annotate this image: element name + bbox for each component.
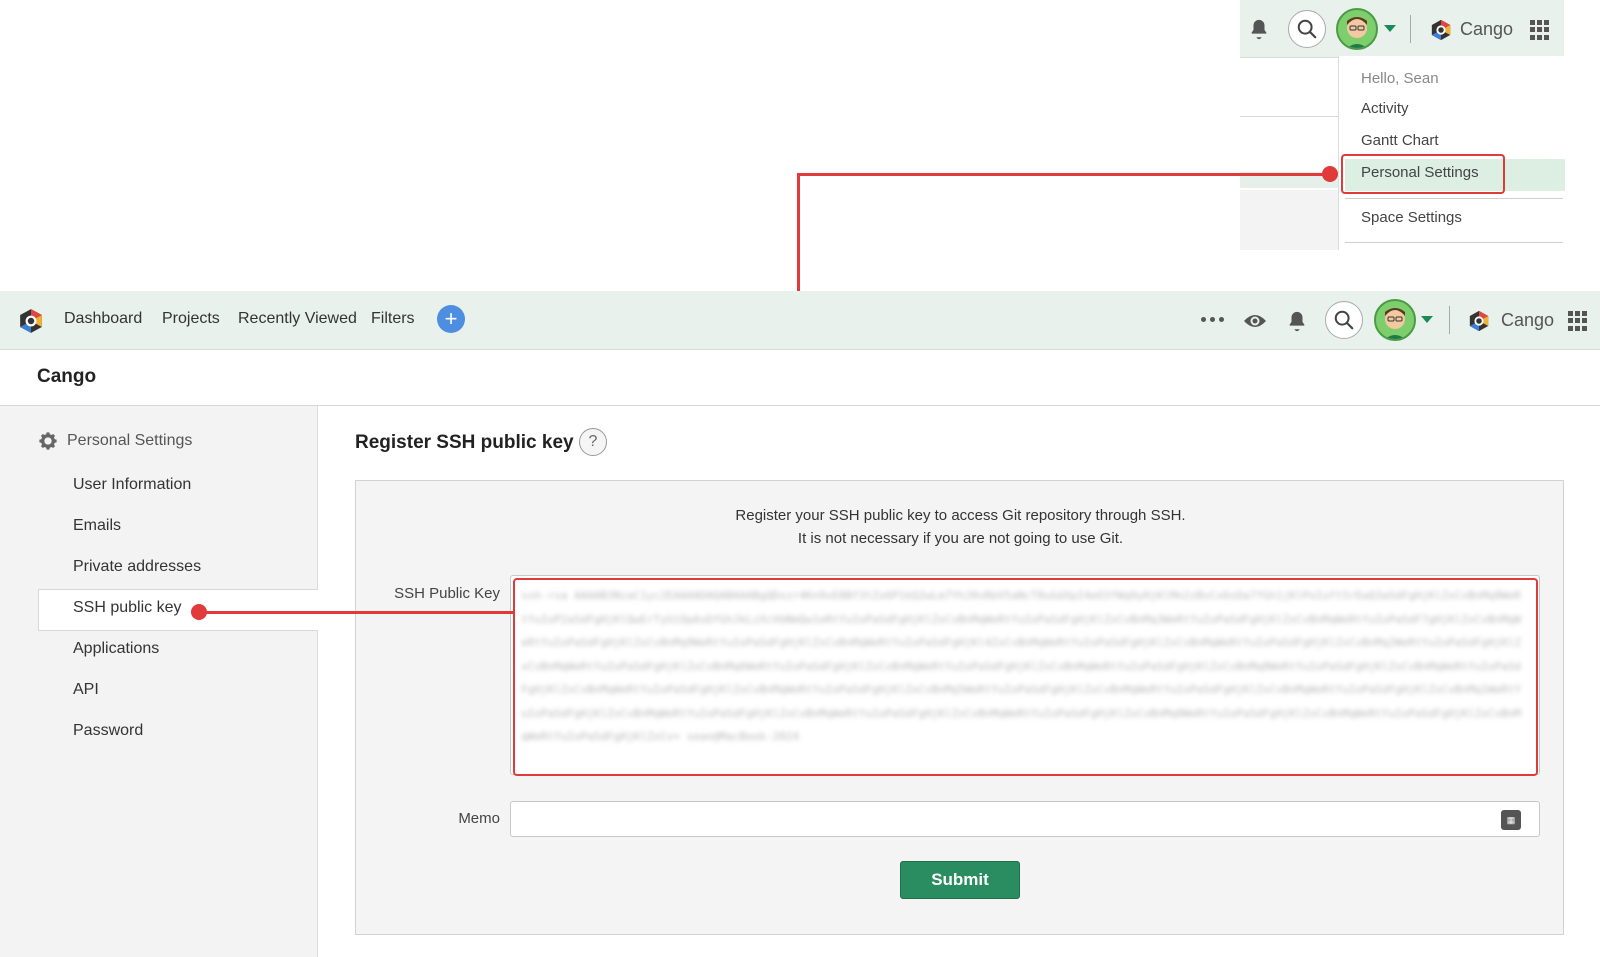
search-icon bbox=[1334, 310, 1354, 330]
nav-dashboard[interactable]: Dashboard bbox=[64, 310, 142, 328]
sidebar-item-private-addresses[interactable]: Private addresses bbox=[73, 558, 201, 576]
space-title[interactable]: Cango bbox=[37, 366, 96, 388]
search-button[interactable] bbox=[1288, 10, 1326, 48]
divider bbox=[1410, 15, 1411, 43]
main-content: Register SSH public key ? Register your … bbox=[318, 406, 1600, 957]
nav-recently-viewed[interactable]: Recently Viewed bbox=[238, 310, 357, 328]
annotation-connector bbox=[199, 611, 513, 614]
eye-icon[interactable] bbox=[1243, 310, 1267, 332]
settings-sidebar: Personal Settings User Information Email… bbox=[0, 406, 319, 957]
annotation-highlight-box bbox=[1341, 154, 1505, 194]
apps-grid-icon[interactable] bbox=[1530, 20, 1550, 40]
help-icon[interactable]: ? bbox=[579, 428, 607, 456]
cango-logo-icon bbox=[1469, 310, 1489, 332]
sidebar-item-ssh-public-key[interactable]: SSH public key bbox=[73, 599, 182, 617]
sidebar-item-api[interactable]: API bbox=[73, 681, 99, 699]
ssh-key-label: SSH Public Key bbox=[394, 585, 500, 602]
form-description-note: It is not necessary if you are not going… bbox=[797, 530, 1124, 547]
avatar[interactable] bbox=[1336, 8, 1378, 50]
bell-icon[interactable] bbox=[1248, 18, 1270, 40]
apps-grid-icon[interactable] bbox=[1568, 311, 1588, 331]
annotation-dot bbox=[1322, 166, 1338, 182]
page-title: Register SSH public key bbox=[355, 432, 574, 453]
more-icon[interactable] bbox=[1201, 317, 1224, 322]
emoji-icon[interactable]: ▦ bbox=[1501, 810, 1521, 830]
bell-icon[interactable] bbox=[1286, 310, 1308, 332]
cango-logo-icon[interactable] bbox=[18, 308, 44, 334]
sidebar-heading: Personal Settings bbox=[37, 430, 192, 452]
space-name[interactable]: Cango bbox=[1460, 19, 1513, 40]
inset-background bbox=[1240, 58, 1340, 250]
ssh-key-form: Register your SSH public key to access G… bbox=[355, 480, 1564, 935]
sidebar-heading-label: Personal Settings bbox=[67, 432, 193, 449]
nav-projects[interactable]: Projects bbox=[162, 310, 220, 328]
menu-divider bbox=[1345, 242, 1563, 243]
memo-input[interactable]: ▦ bbox=[510, 801, 1540, 837]
menu-greeting: Hello, Sean bbox=[1361, 70, 1439, 87]
chevron-down-icon[interactable] bbox=[1421, 316, 1433, 323]
menu-divider bbox=[1345, 198, 1563, 199]
divider bbox=[1449, 306, 1450, 334]
menu-item-activity[interactable]: Activity bbox=[1361, 100, 1409, 117]
user-dropdown-menu: Hello, Sean Activity Gantt Chart Persona… bbox=[1338, 56, 1565, 250]
submit-button[interactable]: Submit bbox=[900, 861, 1020, 899]
sidebar-item-emails[interactable]: Emails bbox=[73, 517, 121, 535]
menu-item-gantt-chart[interactable]: Gantt Chart bbox=[1361, 132, 1439, 149]
global-header: Dashboard Projects Recently Viewed Filte… bbox=[0, 291, 1600, 350]
search-icon bbox=[1297, 19, 1317, 39]
dropdown-inset: Cango Hello, Sean Activity Gantt Chart P… bbox=[1240, 0, 1565, 250]
annotation-dot bbox=[191, 604, 207, 620]
menu-item-space-settings[interactable]: Space Settings bbox=[1361, 209, 1462, 226]
cango-logo-icon bbox=[1431, 19, 1451, 41]
annotation-connector bbox=[797, 173, 800, 291]
chevron-down-icon[interactable] bbox=[1384, 25, 1396, 32]
space-bar: Cango bbox=[0, 350, 1600, 406]
gear-icon bbox=[39, 432, 57, 450]
avatar-face-icon bbox=[1385, 308, 1405, 339]
form-description: Register your SSH public key to access G… bbox=[735, 507, 1186, 524]
sidebar-item-applications[interactable]: Applications bbox=[73, 640, 159, 658]
inset-header-bar: Cango bbox=[1240, 0, 1564, 58]
sidebar-item-password[interactable]: Password bbox=[73, 722, 143, 740]
avatar[interactable] bbox=[1374, 299, 1416, 341]
search-button[interactable] bbox=[1325, 301, 1363, 339]
annotation-highlight-box bbox=[513, 578, 1538, 776]
avatar-face-icon bbox=[1347, 17, 1367, 48]
sidebar-item-user-information[interactable]: User Information bbox=[73, 476, 191, 494]
annotation-connector bbox=[797, 173, 1331, 176]
nav-filters[interactable]: Filters bbox=[371, 310, 415, 328]
add-button[interactable]: + bbox=[437, 305, 465, 333]
space-name[interactable]: Cango bbox=[1501, 310, 1554, 331]
memo-label: Memo bbox=[458, 810, 500, 827]
